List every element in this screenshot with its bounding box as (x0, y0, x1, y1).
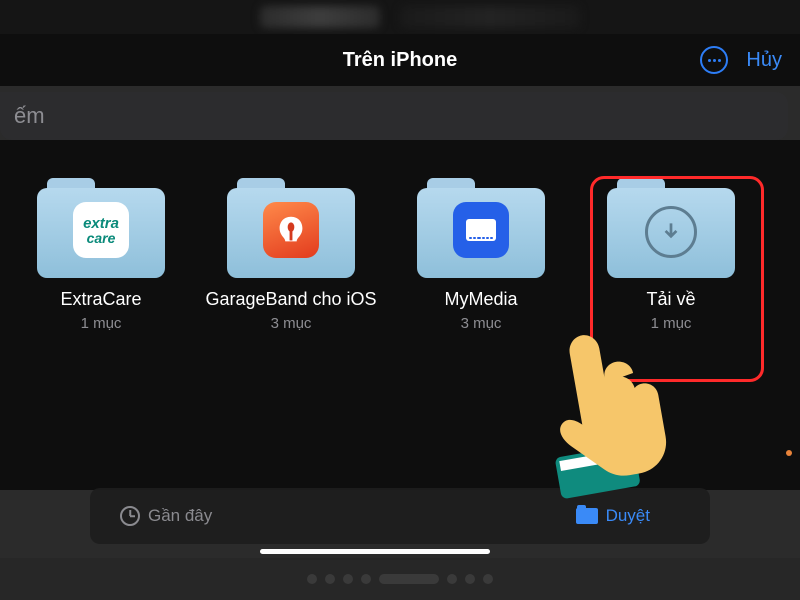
more-options-button[interactable] (700, 46, 728, 74)
folder-label: MyMedia (386, 288, 576, 311)
scroll-indicator-dot (786, 450, 792, 456)
folder-label: GarageBand cho iOS (196, 288, 386, 311)
download-icon (645, 206, 697, 258)
folder-label: ExtraCare (6, 288, 196, 311)
screen: Trên iPhone Hủy ếm extracare (0, 0, 800, 600)
footer-blurred (0, 558, 800, 600)
search-placeholder-fragment: ếm (14, 103, 45, 129)
folder-subtitle: 3 mục (196, 315, 386, 332)
folder-icon (607, 178, 735, 278)
page-title: Trên iPhone (343, 49, 457, 72)
clock-icon (120, 506, 140, 526)
ellipsis-icon (708, 59, 721, 62)
tab-browse-label: Duyệt (606, 506, 650, 526)
folder-item-garageband[interactable]: GarageBand cho iOS 3 mục (196, 178, 386, 332)
cancel-button[interactable]: Hủy (746, 49, 782, 72)
search-input[interactable]: ếm (0, 92, 788, 140)
folder-subtitle: 1 mục (576, 315, 766, 332)
tab-browse[interactable]: Duyệt (576, 506, 650, 526)
status-bar-blurred (0, 0, 800, 34)
nav-header: Trên iPhone Hủy (0, 34, 800, 86)
folder-item-downloads[interactable]: Tải về 1 mục (576, 178, 766, 332)
garageband-app-icon (263, 202, 319, 258)
folder-item-mymedia[interactable]: MyMedia 3 mục (386, 178, 576, 332)
folder-label: Tải về (576, 288, 766, 311)
folder-icon (576, 508, 598, 524)
folder-icon (227, 178, 355, 278)
folder-grid: extracare ExtraCare 1 mục GarageBand cho… (0, 140, 800, 490)
tab-recent-label: Gần đây (148, 506, 212, 526)
folder-subtitle: 3 mục (386, 315, 576, 332)
extracare-app-icon: extracare (73, 202, 129, 258)
home-indicator[interactable] (260, 549, 490, 554)
tab-recent[interactable]: Gần đây (120, 506, 212, 526)
bottom-tab-bar: Gần đây Duyệt (90, 488, 710, 544)
mymedia-app-icon (453, 202, 509, 258)
folder-subtitle: 1 mục (6, 315, 196, 332)
folder-icon (417, 178, 545, 278)
folder-item-extracare[interactable]: extracare ExtraCare 1 mục (6, 178, 196, 332)
folder-icon: extracare (37, 178, 165, 278)
